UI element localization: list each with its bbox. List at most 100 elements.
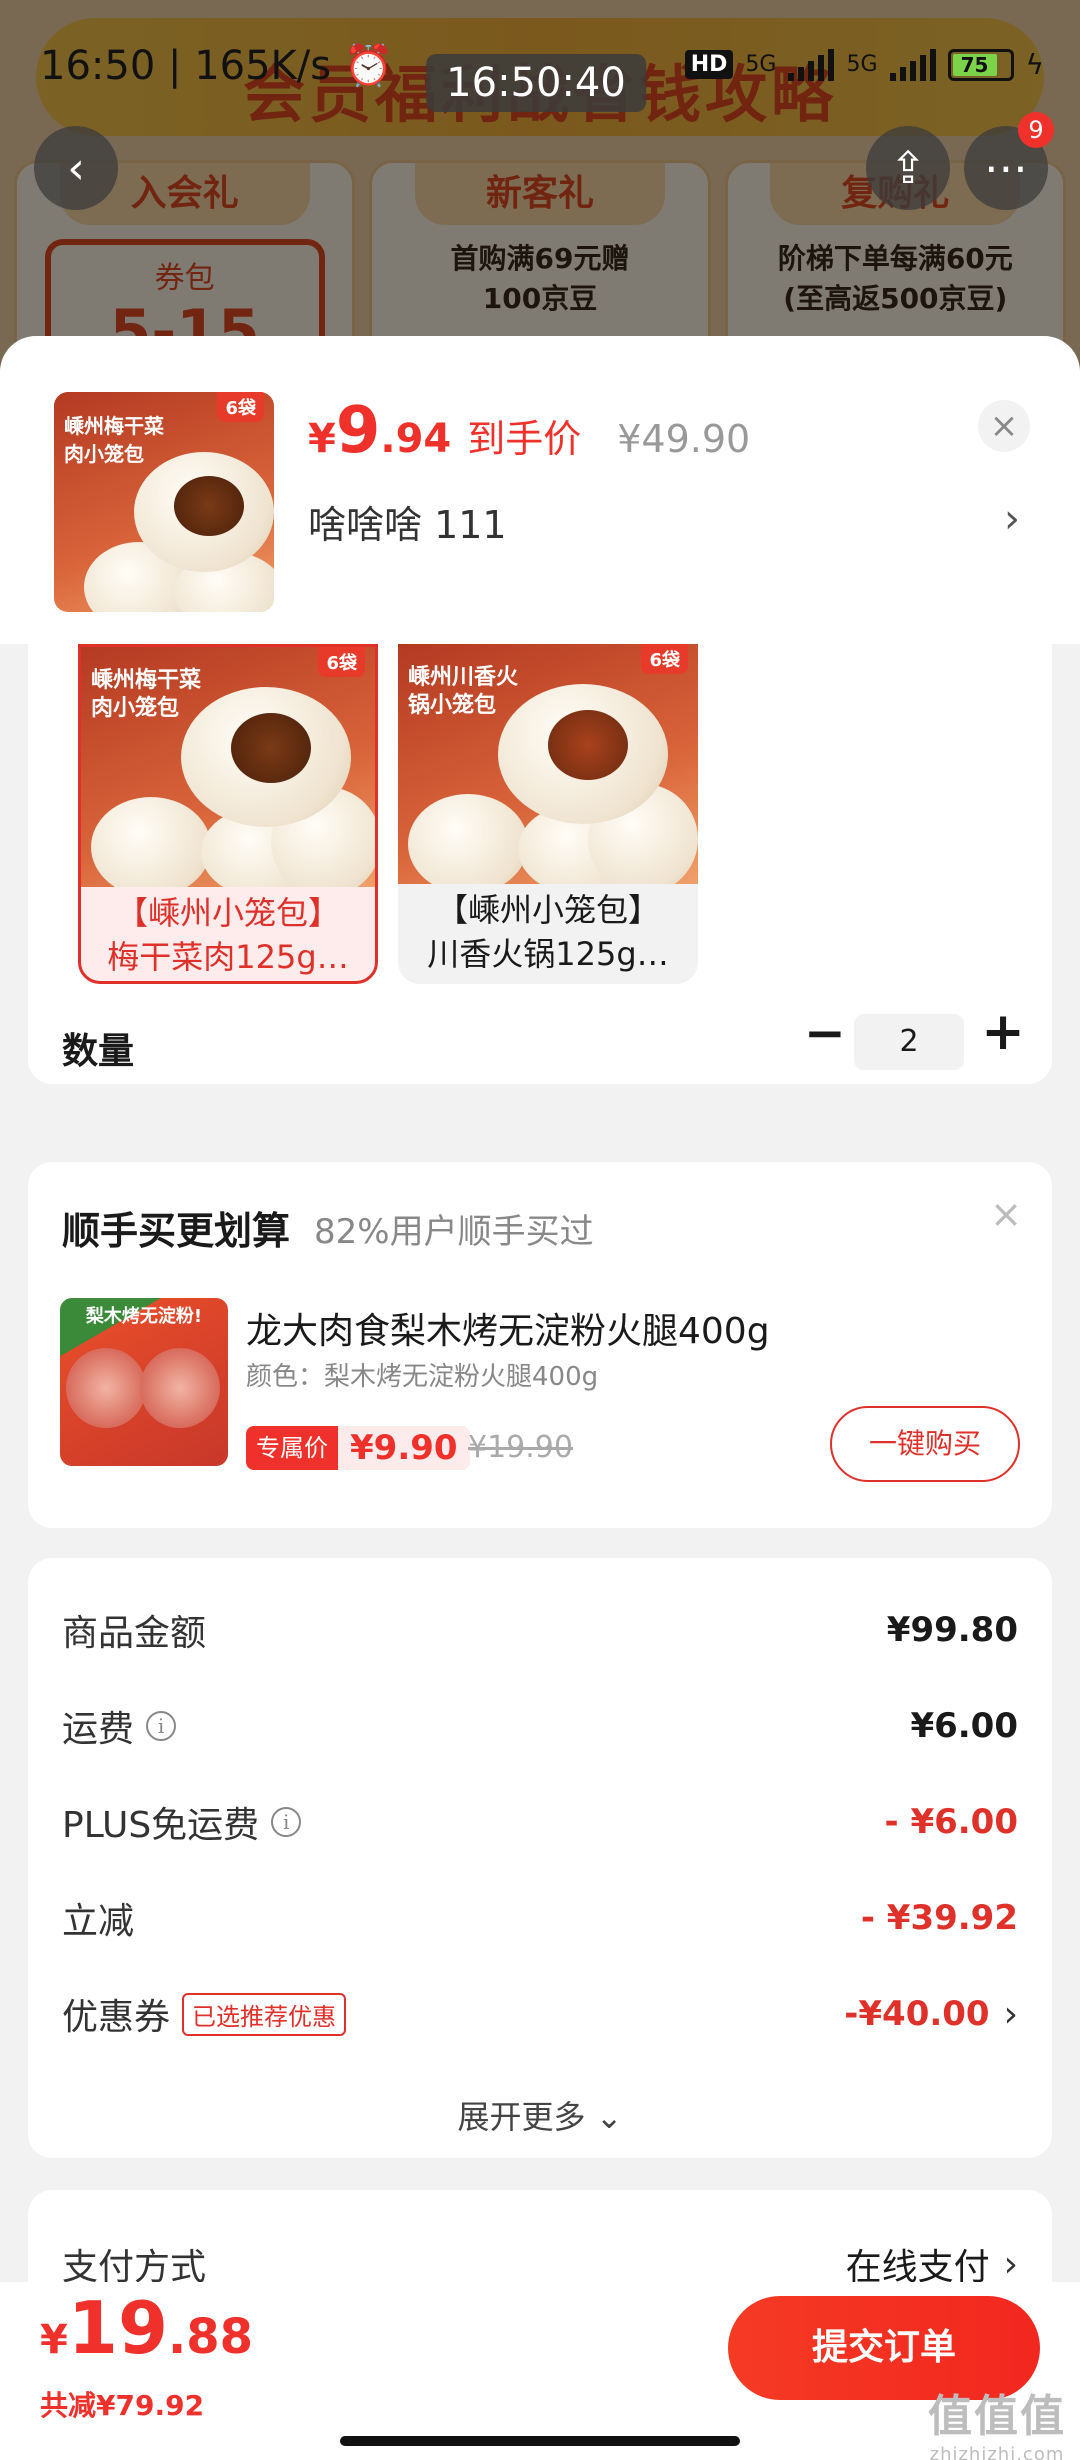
options-card: 嵊州梅干菜肉小笼包 6袋 【嵊州小笼包】 梅干菜肉125g… 嵊州川香火锅小笼包…	[28, 644, 1052, 1084]
checkout-footer: ¥ 19 .88 共减¥79.92 提交订单	[0, 2282, 1080, 2460]
price-line: ¥ 9 .94 到手价 ¥49.90	[308, 394, 750, 468]
battery-icon: 75	[947, 48, 1014, 81]
expand-more-label: 展开更多	[457, 2098, 586, 2136]
one-click-buy-button[interactable]: 一键购买	[830, 1406, 1020, 1482]
signal-icon	[788, 48, 835, 81]
expand-more-button[interactable]: 展开更多 ⌄	[28, 2092, 1052, 2138]
share-icon: ⇪	[889, 142, 927, 194]
summary-row: PLUS免运费 i - ¥6.00	[62, 1792, 1018, 1852]
signal-icon	[889, 48, 936, 81]
quantity-minus-button[interactable]: −	[800, 1004, 850, 1062]
option-item-2[interactable]: 嵊州川香火锅小笼包 6袋 【嵊州小笼包】 川香火锅125g…	[398, 644, 698, 984]
close-button[interactable]: ×	[978, 400, 1030, 452]
summary-label: 商品金额	[62, 1613, 207, 1654]
summary-value: - ¥6.00	[884, 1802, 1019, 1842]
original-price: ¥49.90	[617, 417, 751, 461]
quantity-label: 数量	[62, 1031, 135, 1072]
battery-level: 75	[952, 53, 997, 76]
status-bar: 16:50 | 165K/s ⏰ 16:50:40 HD 5G 5G 75 ϟ	[0, 0, 1080, 140]
selected-variant[interactable]: 啥啥啥 111	[308, 494, 507, 549]
option-name-line2: 川香火锅125g…	[427, 935, 669, 973]
coupon-tag: 已选推荐优惠	[182, 1992, 347, 2036]
summary-value: ¥6.00	[910, 1706, 1018, 1746]
more-icon: ⋯	[984, 142, 1028, 194]
option-name-line2: 梅干菜肉125g…	[107, 938, 349, 976]
price-label: 到手价	[467, 417, 582, 461]
addon-original-price: ¥19.90	[468, 1430, 573, 1465]
price-summary-card: 商品金额 ¥99.80 运费 i ¥6.00 PLUS免运费 i - ¥6.00 立…	[28, 1558, 1052, 2158]
option-image: 嵊州梅干菜肉小笼包 6袋	[81, 647, 375, 887]
addon-subtitle: 82%用户顺手买过	[314, 1212, 594, 1252]
option-item-1[interactable]: 嵊州梅干菜肉小笼包 6袋 【嵊州小笼包】 梅干菜肉125g…	[78, 644, 378, 984]
coupon-row[interactable]: 优惠券 已选推荐优惠 -¥40.00 ›	[62, 1984, 1018, 2044]
more-button[interactable]: ⋯ 9	[964, 112, 1054, 210]
chevron-left-icon: ‹	[67, 142, 85, 194]
total-integer: 19	[67, 2286, 169, 2370]
option-badge: 6袋	[641, 644, 688, 674]
watermark: 值值值 zhizhizhi.com	[928, 2380, 1066, 2460]
exclusive-price: ¥9.90	[338, 1426, 470, 1470]
summary-row: 运费 i ¥6.00	[62, 1696, 1018, 1756]
addon-product-name[interactable]: 龙大肉食梨木烤无淀粉火腿400g	[246, 1302, 770, 1354]
hd-icon: HD	[684, 50, 734, 79]
quantity-input[interactable]: 2	[854, 1014, 964, 1070]
charging-icon: ϟ	[1025, 48, 1044, 81]
status-time-text: 16:50	[40, 43, 156, 89]
chevron-right-icon[interactable]: ›	[1004, 496, 1020, 542]
summary-value: ¥99.80	[886, 1610, 1018, 1650]
summary-row: 商品金额 ¥99.80	[62, 1600, 1018, 1660]
quantity-plus-button[interactable]: +	[978, 1002, 1028, 1062]
chevron-right-icon: ›	[1003, 1993, 1018, 2035]
watermark-sub: zhizhizhi.com	[929, 2444, 1065, 2460]
addon-image[interactable]: 梨木烤无淀粉!	[60, 1298, 228, 1466]
total-decimal: .88	[168, 2309, 254, 2365]
total-price: ¥ 19 .88	[40, 2286, 253, 2370]
order-sheet: 嵊州梅干菜肉小笼包 6袋 ¥ 9 .94 到手价 ¥49.90 × 啥啥啥 11…	[0, 336, 1080, 2460]
thumb-title: 嵊州梅干菜肉小笼包	[64, 414, 164, 466]
product-header: 嵊州梅干菜肉小笼包 6袋 ¥ 9 .94 到手价 ¥49.90 × 啥啥啥 11…	[0, 336, 1080, 644]
alarm-icon: ⏰	[343, 43, 394, 89]
info-icon[interactable]: i	[271, 1807, 302, 1837]
bun-image: 嵊州梅干菜肉小笼包 6袋	[54, 392, 274, 612]
summary-label: PLUS免运费	[62, 1805, 260, 1846]
option-badge: 6袋	[318, 647, 365, 677]
summary-row: 立减 - ¥39.92	[62, 1888, 1018, 1948]
network-type: 5G	[846, 52, 878, 77]
addon-card: 顺手买更划算 82%用户顺手买过 × 梨木烤无淀粉! 龙大肉食梨木烤无淀粉火腿4…	[28, 1162, 1052, 1528]
total-currency: ¥	[40, 2317, 68, 2363]
price-currency: ¥	[308, 416, 336, 462]
option-name-line1: 【嵊州小笼包】	[435, 891, 660, 929]
notification-badge: 9	[1018, 112, 1054, 148]
watermark-main: 值值值	[928, 2391, 1066, 2442]
addon-close-button[interactable]: ×	[990, 1192, 1022, 1236]
price-integer: 9	[335, 394, 381, 468]
status-time: 16:50 | 165K/s ⏰	[40, 43, 394, 89]
summary-value: -¥40.00	[844, 1994, 990, 2034]
summary-label: 运费	[62, 1709, 135, 1750]
chevron-down-icon: ⌄	[595, 2098, 623, 2136]
option-image-title: 嵊州梅干菜肉小笼包	[91, 668, 202, 721]
price-decimal: .94	[380, 416, 452, 462]
total-saved: 共减¥79.92	[40, 2389, 205, 2422]
summary-label: 优惠券	[62, 1997, 171, 2038]
option-image-title: 嵊州川香火锅小笼包	[408, 665, 519, 718]
addon-image-caption: 梨木烤无淀粉!	[85, 1306, 203, 1327]
thumb-badge: 6袋	[217, 392, 264, 422]
back-button[interactable]: ‹	[34, 126, 118, 210]
share-button[interactable]: ⇪	[866, 126, 950, 210]
close-icon: ×	[989, 406, 1019, 446]
chevron-right-icon: ›	[1003, 2243, 1018, 2285]
option-name-line1: 【嵊州小笼包】	[115, 894, 340, 932]
addon-title: 顺手买更划算	[62, 1209, 291, 1253]
status-icons: HD 5G 5G 75 ϟ	[684, 48, 1044, 81]
home-indicator[interactable]	[340, 2436, 740, 2446]
exclusive-price-tag: 专属价 ¥9.90	[246, 1426, 470, 1470]
product-thumbnail[interactable]: 嵊州梅干菜肉小笼包 6袋	[54, 392, 274, 612]
network-type: 5G	[745, 52, 777, 77]
summary-label: 立减	[62, 1901, 135, 1942]
summary-value: - ¥39.92	[860, 1898, 1018, 1938]
info-icon[interactable]: i	[146, 1711, 177, 1741]
addon-product-attr: 颜色：梨木烤无淀粉火腿400g	[246, 1362, 599, 1392]
clock-overlay: 16:50:40	[426, 54, 646, 112]
option-image: 嵊州川香火锅小笼包 6袋	[398, 644, 698, 884]
